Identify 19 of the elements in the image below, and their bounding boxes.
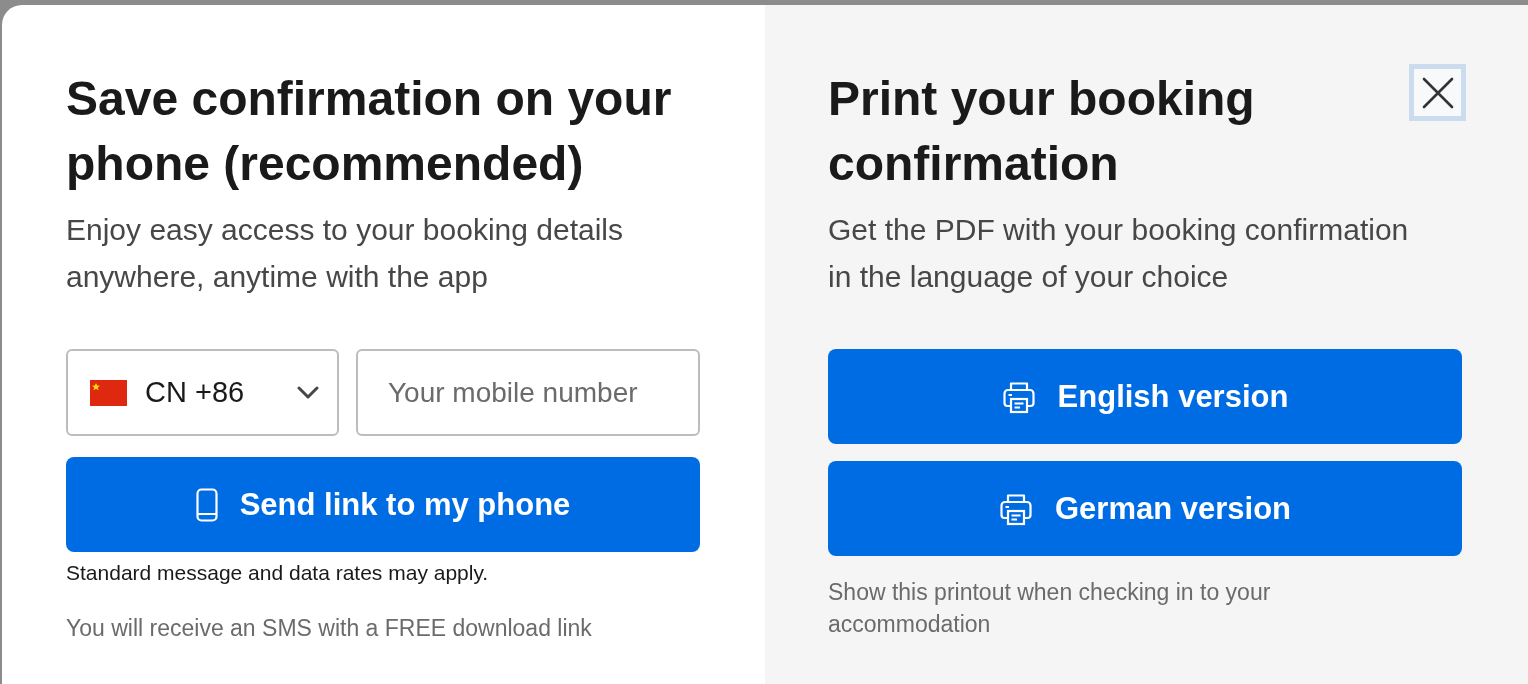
panel-title: Print your booking confirmation [828, 71, 1256, 192]
panel-title: Save confirmation on your phone (recommended) [66, 71, 673, 192]
close-button[interactable] [1409, 64, 1466, 121]
printer-icon [1001, 379, 1036, 414]
panel-subtitle: Enjoy easy access to your booking details anywhere, anytime with the app [66, 212, 624, 295]
close-icon [1421, 76, 1454, 109]
print-version-button[interactable]: German version [828, 461, 1462, 556]
print-version-button[interactable]: English version [828, 349, 1462, 444]
printer-icon [998, 491, 1033, 526]
panel-subtitle: Get the PDF with your booking confirmation in the language of your choice [828, 212, 1410, 295]
phone-icon [195, 487, 218, 522]
printout-note: Show this printout when checking in to your accommodation [828, 578, 1272, 639]
flag-icon [90, 379, 127, 406]
send-link-button[interactable]: Send link to my phone [66, 457, 700, 552]
disclaimer-text: Standard message and data rates may apply. [66, 560, 490, 586]
chevron-icon [297, 386, 319, 399]
phone-number-field[interactable]: Your mobile number [356, 349, 700, 436]
country-code-select[interactable]: CN +86 [66, 349, 339, 436]
sms-note: You will receive an SMS with a FREE download link [66, 614, 593, 642]
